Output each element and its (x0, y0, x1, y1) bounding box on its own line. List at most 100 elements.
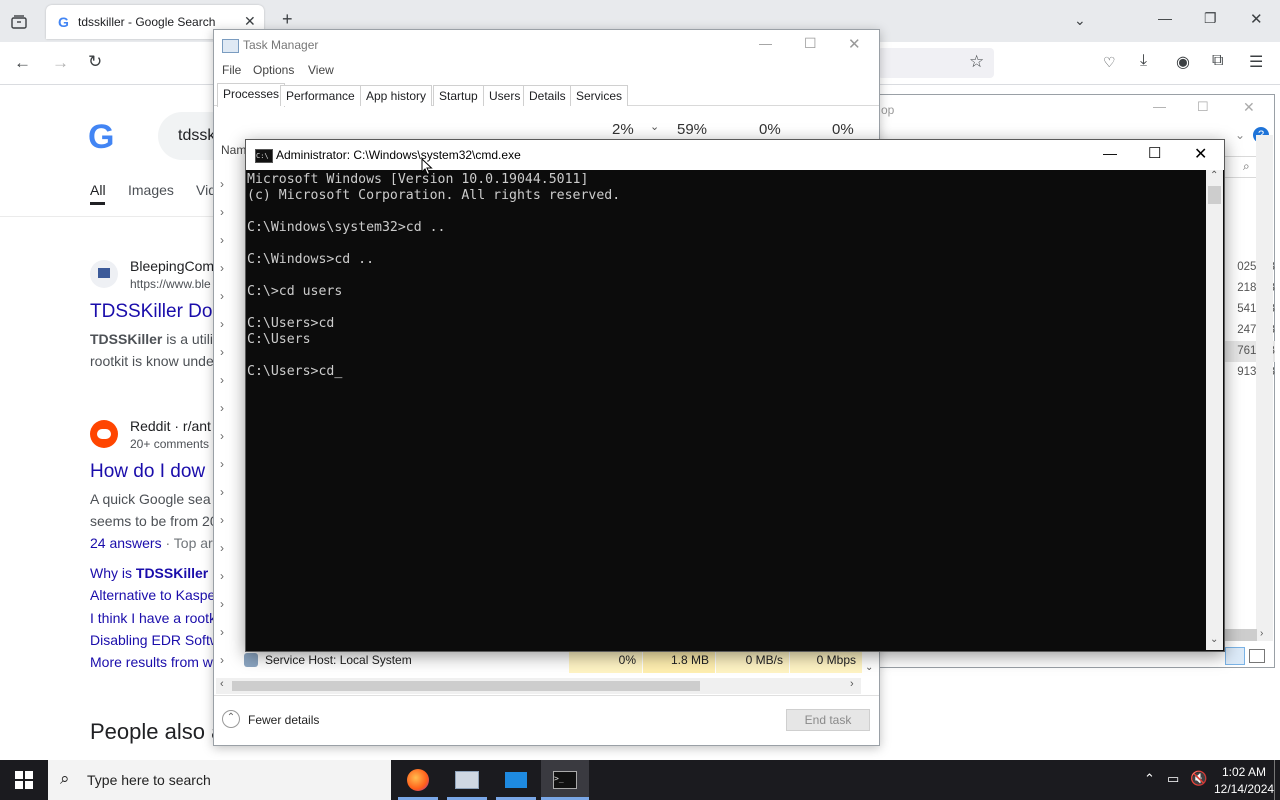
expand-arrow-icon[interactable]: › (220, 562, 224, 590)
clock-time[interactable]: 1:02 AM (1222, 765, 1266, 779)
clock-date[interactable]: 12/14/2024 (1214, 782, 1274, 796)
expand-arrow-icon[interactable]: › (220, 366, 224, 394)
taskbar-firefox[interactable] (394, 760, 442, 800)
ribbon-expand-icon[interactable]: ⌄ (1235, 128, 1245, 142)
horizontal-scrollbar[interactable]: ‹ › (216, 678, 861, 694)
expand-arrow-icon[interactable]: › (220, 450, 224, 478)
back-icon[interactable]: ← (14, 53, 31, 73)
tab-close-icon[interactable]: ✕ (244, 13, 256, 30)
expand-arrow-icon[interactable]: › (220, 506, 224, 534)
fewer-details-link[interactable]: Fewer details (248, 713, 319, 727)
expand-arrow-icon[interactable]: › (220, 590, 224, 618)
expand-arrow-icon[interactable]: › (220, 226, 224, 254)
expand-arrow-icon[interactable]: › (220, 618, 224, 646)
tab-app-history[interactable]: App history (360, 85, 433, 106)
tab-list-icon[interactable] (8, 12, 30, 32)
menu-icon[interactable]: ☰ (1249, 52, 1263, 72)
minimize-icon[interactable]: — (1103, 145, 1117, 161)
result-title-link[interactable]: How do I dow (90, 461, 205, 483)
sub-result-link[interactable]: More results from w (90, 651, 220, 673)
tab-users[interactable]: Users (483, 85, 527, 106)
volume-muted-icon[interactable]: 🔇 (1190, 770, 1207, 787)
close-icon[interactable]: ✕ (1194, 144, 1207, 164)
result-url[interactable]: https://www.ble (130, 277, 211, 291)
collapse-chevron-icon[interactable]: ⌃ (222, 710, 240, 728)
taskbar-task-manager[interactable] (443, 760, 491, 800)
expand-arrow-icon[interactable]: › (220, 254, 224, 282)
scroll-down-icon[interactable]: ⌄ (865, 662, 873, 673)
cmd-console[interactable]: Microsoft Windows [Version 10.0.19044.50… (246, 170, 1206, 650)
sub-result-link[interactable]: Disabling EDR Softw (90, 629, 220, 651)
maximize-icon[interactable]: ☐ (804, 35, 817, 52)
scroll-left-icon[interactable]: ‹ (220, 678, 224, 690)
reload-icon[interactable]: ↻ (88, 52, 102, 72)
close-window-icon[interactable]: ✕ (1250, 10, 1263, 28)
taskbar-explorer[interactable] (492, 760, 540, 800)
expand-arrow-icon[interactable]: › (220, 478, 224, 506)
disk-percent[interactable]: 0% (759, 121, 781, 138)
close-icon[interactable]: ✕ (848, 35, 861, 53)
name-column-header[interactable]: Nam (221, 143, 246, 157)
tab-processes[interactable]: Processes (217, 83, 286, 107)
large-icons-view-icon[interactable] (1249, 649, 1265, 663)
menu-view[interactable]: View (308, 63, 334, 77)
vertical-scrollbar[interactable] (1256, 135, 1273, 641)
scroll-right-icon[interactable]: › (850, 678, 854, 690)
close-icon[interactable]: ✕ (1243, 99, 1255, 116)
tab-services[interactable]: Services (570, 85, 629, 106)
google-logo[interactable]: G (88, 118, 114, 157)
memory-percent[interactable]: 59% (677, 121, 707, 138)
cmd-titlebar[interactable]: C:\ Administrator: C:\Windows\system32\c… (246, 140, 1224, 170)
minimize-icon[interactable]: — (1153, 99, 1166, 114)
details-view-icon[interactable] (1225, 647, 1245, 665)
tab-performance[interactable]: Performance (280, 85, 361, 106)
scroll-right-icon[interactable]: › (1260, 628, 1263, 639)
network-percent[interactable]: 0% (832, 121, 854, 138)
minimize-icon[interactable]: — (759, 36, 772, 51)
cpu-percent[interactable]: 2% (612, 121, 634, 138)
maximize-icon[interactable]: ☐ (1148, 144, 1161, 162)
sub-result-link[interactable]: Alternative to Kaspe (90, 584, 220, 606)
account-icon[interactable]: ◉ (1176, 52, 1190, 72)
pocket-icon[interactable]: ♡ (1103, 54, 1116, 71)
tab-details[interactable]: Details (523, 85, 572, 106)
bookmark-star-icon[interactable]: ☆ (969, 52, 984, 72)
start-button[interactable] (0, 760, 48, 800)
expand-arrow-icon[interactable]: › (220, 394, 224, 422)
expand-arrow-icon[interactable]: › (220, 198, 224, 226)
extensions-icon[interactable]: ⧉ (1212, 52, 1223, 70)
expand-arrow-icon[interactable]: › (220, 534, 224, 562)
tab-startup[interactable]: Startup (433, 85, 484, 106)
expand-arrow-icon[interactable]: › (220, 338, 224, 366)
scrollbar-thumb[interactable] (232, 681, 700, 691)
show-desktop-button[interactable] (1274, 760, 1275, 800)
end-task-button[interactable]: End task (786, 709, 870, 731)
process-row[interactable]: Service Host: Local System 0% 1.8 MB 0 M… (214, 649, 862, 673)
scrollbar-thumb[interactable] (1208, 186, 1221, 204)
search-tab-all[interactable]: All (90, 182, 106, 198)
scroll-down-icon[interactable]: ⌄ (1210, 634, 1218, 645)
scroll-up-icon[interactable]: ⌃ (1210, 170, 1218, 181)
menu-options[interactable]: Options (253, 63, 294, 77)
expand-arrow-icon[interactable]: › (220, 310, 224, 338)
search-tab-images[interactable]: Images (128, 182, 174, 198)
taskbar-search-box[interactable]: ⌕ Type here to search (48, 760, 391, 800)
expand-arrow-icon[interactable]: › (220, 282, 224, 310)
cmd-window[interactable]: C:\ Administrator: C:\Windows\system32\c… (245, 139, 1225, 652)
forward-icon[interactable]: → (52, 53, 69, 73)
result-title-link[interactable]: TDSSKiller Do (90, 301, 212, 323)
expand-arrow-icon[interactable]: › (220, 170, 224, 198)
menu-file[interactable]: File (222, 63, 241, 77)
tab-dropdown-icon[interactable]: ⌄ (1074, 12, 1086, 29)
network-icon[interactable]: ▭ (1167, 771, 1179, 787)
downloads-icon[interactable]: ⤓ (1140, 52, 1147, 70)
vertical-scrollbar[interactable]: ⌃ ⌄ (1206, 170, 1223, 650)
minimize-icon[interactable]: — (1158, 10, 1172, 26)
maximize-icon[interactable]: ☐ (1197, 99, 1209, 115)
show-hidden-icons[interactable]: ⌃ (1144, 771, 1155, 787)
taskbar-cmd[interactable]: >_ (541, 760, 589, 800)
sub-result-link[interactable]: Why is TDSSKiller (90, 562, 220, 584)
sub-result-link[interactable]: I think I have a rootk (90, 607, 220, 629)
expand-arrow-icon[interactable]: › (220, 422, 224, 450)
restore-icon[interactable]: ❐ (1204, 10, 1217, 27)
